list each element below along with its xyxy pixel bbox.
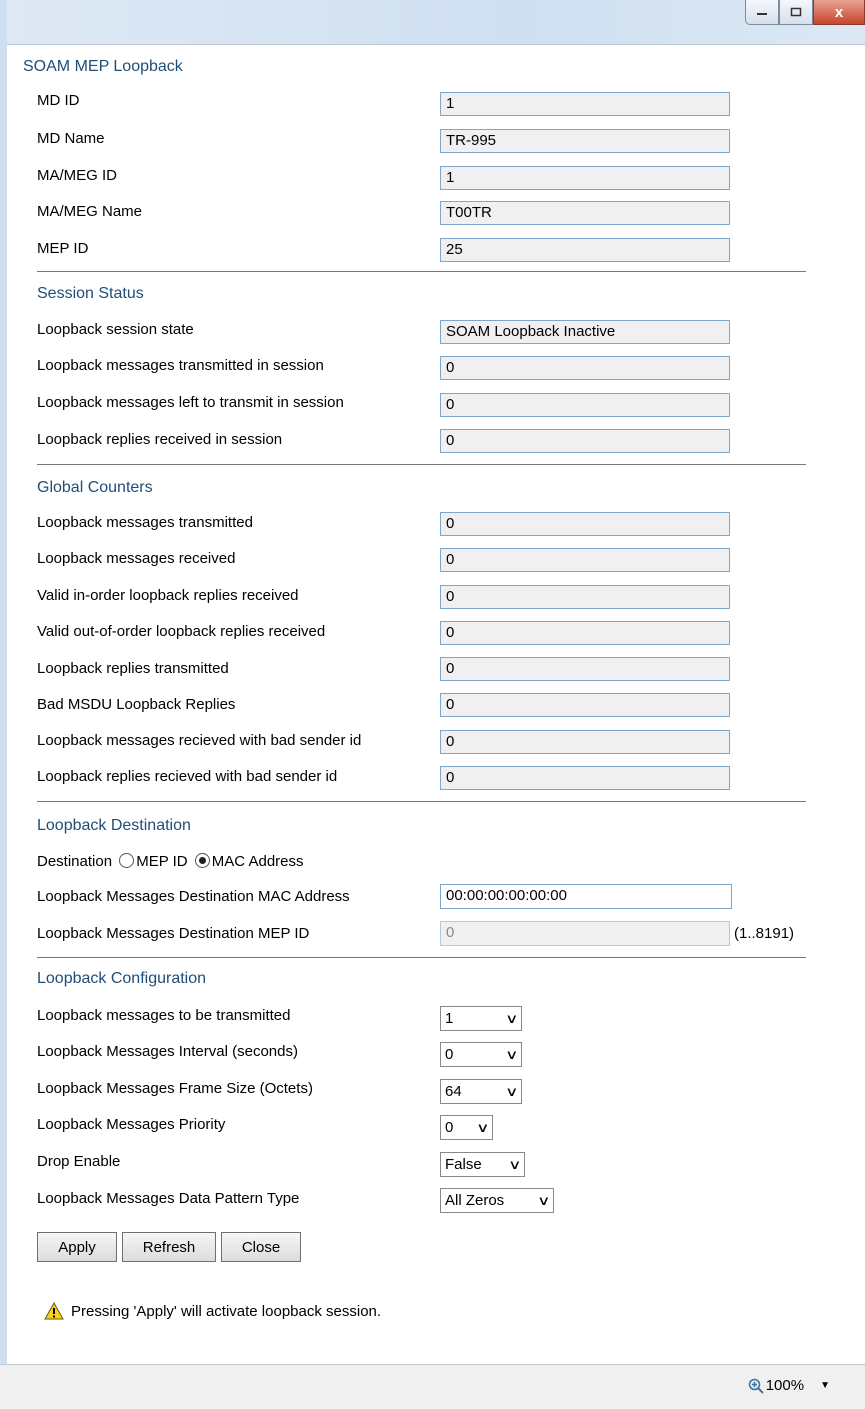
select-value: 0	[445, 1046, 454, 1063]
section-divider	[37, 271, 806, 272]
warning-message: Pressing 'Apply' will activate loopback …	[44, 1302, 381, 1320]
counter-label: Valid in-order loopback replies received	[37, 587, 299, 604]
browser-statusbar: 100% ▼	[0, 1364, 865, 1409]
ma-meg-name-field: T00TR	[440, 201, 730, 225]
page-title: SOAM MEP Loopback	[23, 58, 183, 75]
session-state-field: SOAM Loopback Inactive	[440, 320, 730, 344]
chevron-down-icon: ∨	[476, 1119, 490, 1135]
warning-text: Pressing 'Apply' will activate loopback …	[71, 1302, 382, 1320]
counter-field: 0	[440, 585, 730, 609]
counter-label: Loopback replies recieved with bad sende…	[37, 768, 338, 785]
radio-mac-address[interactable]	[194, 853, 210, 868]
chevron-down-icon: ∨	[505, 1046, 519, 1062]
counter-field: 0	[440, 657, 730, 681]
destination-title: Loopback Destination	[37, 817, 191, 834]
counter-label: Loopback replies transmitted	[37, 660, 229, 677]
mep-id-label: MEP ID	[37, 240, 89, 257]
window-titlebar: x	[0, 0, 865, 44]
counter-label: Loopback messages recieved with bad send…	[37, 732, 362, 749]
mep-id-field: 25	[440, 238, 730, 262]
zoom-icon	[748, 1378, 764, 1394]
ma-meg-name-label: MA/MEG Name	[37, 203, 143, 220]
window-controls: x	[745, 0, 865, 26]
counter-field: 0	[440, 548, 730, 572]
session-replies-field: 0	[440, 429, 730, 453]
radio-mac-address-label: MAC Address	[211, 853, 304, 870]
configuration-title: Loopback Configuration	[37, 970, 207, 987]
counter-label: Valid out-of-order loopback replies rece…	[37, 623, 326, 640]
md-name-label: MD Name	[37, 130, 105, 147]
zoom-level: 100%	[765, 1377, 805, 1394]
apply-button[interactable]: Apply	[37, 1232, 117, 1262]
config-drop-label: Drop Enable	[37, 1153, 121, 1170]
session-status-title: Session Status	[37, 285, 144, 302]
counter-field: 0	[440, 730, 730, 754]
window-close-button[interactable]: x	[813, 0, 865, 25]
ma-meg-id-field: 1	[440, 166, 730, 190]
chevron-down-icon: ∨	[537, 1192, 551, 1208]
destination-row: Destination MEP ID MAC Address	[37, 853, 304, 870]
dest-mac-input[interactable]: 00:00:00:00:00:00	[440, 884, 732, 909]
config-interval-select[interactable]: 0 ∨	[440, 1042, 522, 1067]
select-value: 64	[445, 1083, 462, 1100]
md-id-label: MD ID	[37, 92, 80, 109]
window-left-frame	[0, 0, 7, 1408]
session-replies-label: Loopback replies received in session	[37, 431, 283, 448]
close-icon: x	[834, 3, 844, 21]
md-id-field: 1	[440, 92, 730, 116]
config-framesize-label: Loopback Messages Frame Size (Octets)	[37, 1080, 313, 1097]
counter-label: Loopback messages transmitted	[37, 514, 253, 531]
dest-mep-label: Loopback Messages Destination MEP ID	[37, 925, 310, 942]
zoom-control[interactable]: 100% ▼	[748, 1377, 830, 1394]
close-button[interactable]: Close	[221, 1232, 301, 1262]
config-interval-label: Loopback Messages Interval (seconds)	[37, 1043, 298, 1060]
chevron-down-icon: ▼	[820, 1380, 830, 1391]
global-counters-title: Global Counters	[37, 479, 153, 496]
config-drop-select[interactable]: False ∨	[440, 1152, 525, 1177]
session-state-label: Loopback session state	[37, 321, 194, 338]
titlebar-background	[0, 0, 865, 44]
config-count-label: Loopback messages to be transmitted	[37, 1007, 291, 1024]
refresh-button[interactable]: Refresh	[122, 1232, 216, 1262]
minimize-button[interactable]	[745, 0, 779, 25]
config-pattern-label: Loopback Messages Data Pattern Type	[37, 1190, 300, 1207]
destination-label: Destination	[37, 853, 113, 870]
dest-mep-range: (1..8191)	[734, 925, 795, 942]
session-transmitted-field: 0	[440, 356, 730, 380]
counter-field: 0	[440, 621, 730, 645]
counter-label: Bad MSDU Loopback Replies	[37, 696, 236, 713]
config-framesize-select[interactable]: 64 ∨	[440, 1079, 522, 1104]
config-priority-label: Loopback Messages Priority	[37, 1116, 226, 1133]
minimize-icon	[757, 13, 767, 15]
chevron-down-icon: ∨	[508, 1156, 522, 1172]
counter-label: Loopback messages received	[37, 550, 236, 567]
select-value: 1	[445, 1010, 454, 1027]
section-divider	[37, 801, 806, 802]
dest-mep-input: 0	[440, 921, 730, 946]
ma-meg-id-label: MA/MEG ID	[37, 167, 118, 184]
session-left-field: 0	[440, 393, 730, 417]
counter-field: 0	[440, 512, 730, 536]
session-left-label: Loopback messages left to transmit in se…	[37, 394, 344, 411]
chevron-down-icon: ∨	[505, 1083, 519, 1099]
section-divider	[37, 464, 806, 465]
chevron-down-icon: ∨	[505, 1010, 519, 1026]
counter-field: 0	[440, 766, 730, 790]
maximize-button[interactable]	[779, 0, 813, 25]
select-value: 0	[445, 1119, 454, 1136]
dest-mac-label: Loopback Messages Destination MAC Addres…	[37, 888, 350, 905]
radio-mep-id-label: MEP ID	[136, 853, 188, 870]
md-name-field: TR-995	[440, 129, 730, 153]
warning-icon	[44, 1302, 64, 1320]
maximize-icon	[790, 7, 802, 17]
config-pattern-select[interactable]: All Zeros ∨	[440, 1188, 554, 1213]
section-divider	[37, 957, 806, 958]
counter-field: 0	[440, 693, 730, 717]
select-value: All Zeros	[445, 1192, 505, 1209]
config-priority-select[interactable]: 0 ∨	[440, 1115, 493, 1140]
select-value: False	[445, 1156, 482, 1173]
radio-mep-id[interactable]	[119, 853, 135, 868]
session-transmitted-label: Loopback messages transmitted in session	[37, 357, 324, 374]
config-count-select[interactable]: 1 ∨	[440, 1006, 522, 1031]
